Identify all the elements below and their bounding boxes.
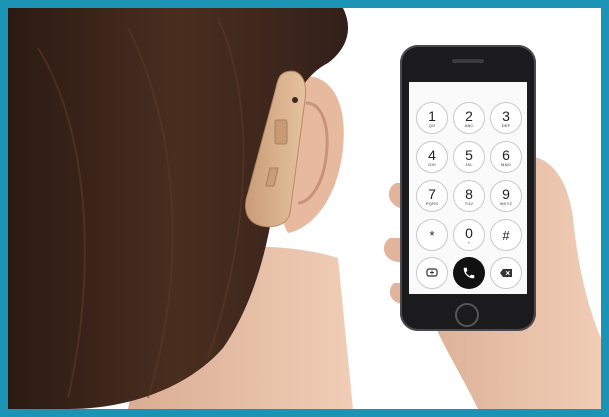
photo-frame: 1 QO 2 ABC 3 DEF 4 GHI 5 JKL 6 MNO 7 PQRS 8 TUV … <box>0 0 609 417</box>
key-2[interactable]: 2 ABC <box>453 102 485 134</box>
dialer-actions <box>416 257 522 289</box>
smartphone: 1 QO 2 ABC 3 DEF 4 GHI 5 JKL 6 MNO 7 PQRS 8 TUV … <box>400 45 536 331</box>
key-5[interactable]: 5 JKL <box>453 141 485 173</box>
phone-speaker <box>452 59 484 63</box>
key-star[interactable]: * <box>416 219 448 251</box>
key-3[interactable]: 3 DEF <box>490 102 522 134</box>
key-0[interactable]: 0 + <box>453 219 485 251</box>
phone-call-icon <box>463 267 475 279</box>
key-4[interactable]: 4 GHI <box>416 141 448 173</box>
call-button[interactable] <box>453 257 485 289</box>
dialer-keypad: 1 QO 2 ABC 3 DEF 4 GHI 5 JKL 6 MNO 7 PQRS 8 TUV … <box>416 102 522 251</box>
key-6[interactable]: 6 MNO <box>490 141 522 173</box>
key-1[interactable]: 1 QO <box>416 102 448 134</box>
key-7[interactable]: 7 PQRS <box>416 180 448 212</box>
message-button[interactable] <box>416 257 448 289</box>
backspace-icon <box>500 269 512 277</box>
key-8[interactable]: 8 TUV <box>453 180 485 212</box>
key-9[interactable]: 9 WXYZ <box>490 180 522 212</box>
home-button[interactable] <box>455 303 479 327</box>
message-icon <box>426 268 438 277</box>
dialer-screen: 1 QO 2 ABC 3 DEF 4 GHI 5 JKL 6 MNO 7 PQRS 8 TUV … <box>409 82 527 294</box>
key-hash[interactable]: # <box>490 219 522 251</box>
delete-button[interactable] <box>490 257 522 289</box>
